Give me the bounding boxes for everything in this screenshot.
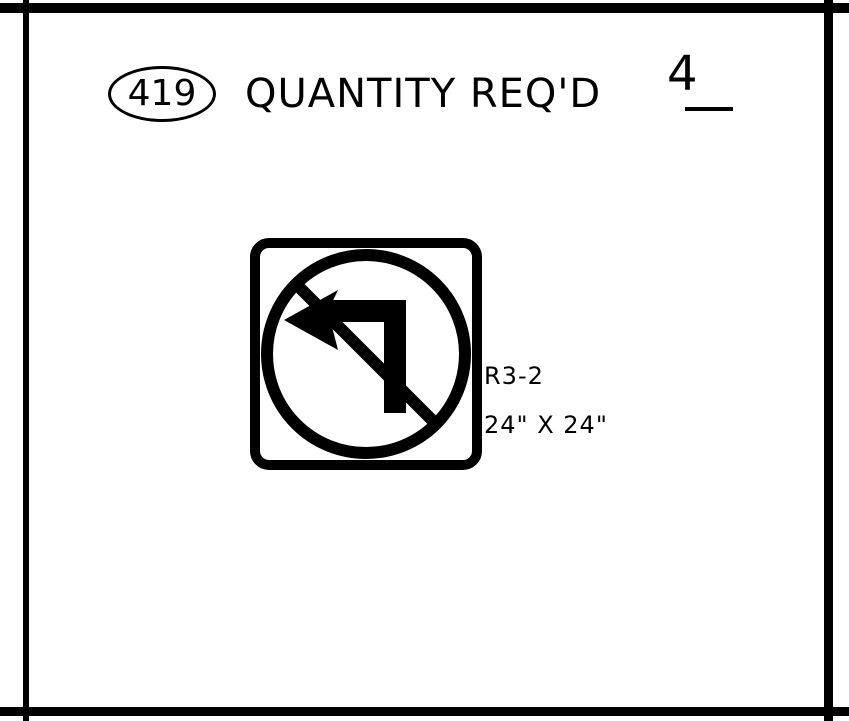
sign-size: 24" X 24"	[484, 411, 608, 439]
left-border-line	[23, 0, 29, 721]
no-left-turn-icon	[250, 238, 482, 470]
quantity-label: QUANTITY REQ'D	[245, 71, 602, 117]
item-number-badge: 419	[108, 66, 216, 122]
quantity-underline	[685, 107, 733, 111]
right-border-line	[824, 0, 833, 721]
sign-code: R3-2	[484, 362, 544, 390]
bottom-border-line	[0, 707, 849, 716]
quantity-value: 4	[667, 46, 698, 102]
top-border-line	[0, 3, 849, 13]
item-number: 419	[127, 73, 197, 114]
